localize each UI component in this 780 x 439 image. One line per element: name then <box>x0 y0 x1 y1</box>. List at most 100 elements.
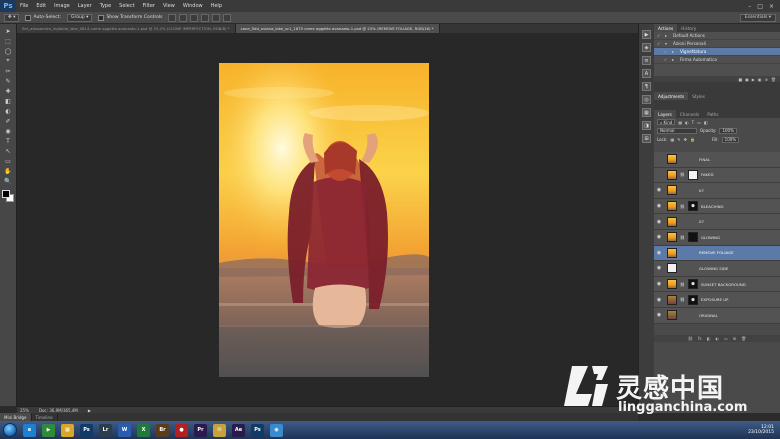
brush-preset-icon[interactable]: ◎ <box>642 95 651 104</box>
foreground-color-swatch[interactable] <box>2 190 10 198</box>
fx-icon[interactable]: fx <box>698 336 702 341</box>
layer-row[interactable]: ◉ 07 <box>654 214 780 230</box>
start-button[interactable] <box>3 423 17 437</box>
record-icon[interactable]: ● <box>745 77 749 82</box>
menu-help[interactable]: Help <box>207 3 226 9</box>
visibility-eye-icon[interactable]: ◉ <box>654 250 664 256</box>
taskbar-app-icon[interactable]: ▶ <box>42 423 55 437</box>
layer-row[interactable]: ◉ REMOVE FOLIAGE <box>654 245 780 262</box>
taskbar-app-icon[interactable]: W <box>118 423 131 437</box>
action-enabled-check[interactable]: ✓ <box>657 41 662 46</box>
layer-row[interactable]: ◉ ⛓ SUNSET BACKGROUND <box>654 276 780 293</box>
swatches-icon[interactable]: ▦ <box>642 108 651 117</box>
visibility-eye-icon[interactable]: ◉ <box>654 219 664 225</box>
tab-adjustments[interactable]: Adjustments <box>654 92 689 100</box>
taskbar-app-icon[interactable]: Pr <box>194 423 207 437</box>
new-set-icon[interactable]: ▣ <box>758 77 762 82</box>
filter-adjust-icon[interactable]: ◐ <box>685 120 689 125</box>
taskbar-app-icon[interactable]: Ae <box>232 423 245 437</box>
play-icon[interactable]: ▶ <box>752 77 755 82</box>
taskbar-app-icon[interactable]: X <box>137 423 150 437</box>
action-enabled-check[interactable]: ✓ <box>657 33 662 38</box>
show-transform-check[interactable] <box>98 14 105 21</box>
healing-brush-icon[interactable]: ✚ <box>3 87 14 95</box>
layer-mask-thumbnail[interactable] <box>687 232 698 243</box>
path-select-icon[interactable]: ↖ <box>3 147 14 155</box>
action-enabled-check[interactable]: ✓ <box>664 57 669 62</box>
type-tool-icon[interactable]: T <box>3 137 14 145</box>
zoom-tool-icon[interactable]: 🔍 <box>3 177 14 185</box>
menu-edit[interactable]: Edit <box>32 3 50 9</box>
quick-mask-icon[interactable] <box>3 204 14 212</box>
document-tab[interactable]: cane_Sdd_oviana_lake_sc1_1875 come ogget… <box>235 24 440 33</box>
taskbar-app-icon[interactable]: Ps <box>80 423 93 437</box>
layer-filter-dropdown[interactable]: ⌕ Kind <box>657 119 676 125</box>
move-tool-icon[interactable]: ➤ <box>3 27 14 35</box>
layer-name[interactable]: EXPOSURE UP <box>701 297 728 302</box>
layer-comps-icon[interactable]: ◨ <box>642 121 651 130</box>
layer-row[interactable]: ◉ 07 <box>654 183 780 199</box>
history-brush-icon[interactable]: ✐ <box>3 117 14 125</box>
layer-mask-thumbnail[interactable] <box>687 201 698 212</box>
taskbar-app-icon[interactable]: Lr <box>99 423 112 437</box>
character-icon[interactable]: A <box>642 69 651 78</box>
layer-mask-thumbnail[interactable] <box>687 279 698 290</box>
minimize-button[interactable]: – <box>748 3 751 10</box>
menu-file[interactable]: File <box>16 3 32 9</box>
trash-icon[interactable]: 🗑 <box>741 336 746 341</box>
menu-type[interactable]: Type <box>96 3 115 9</box>
layer-row[interactable]: ◉ ⛓ BLEACHING <box>654 198 780 215</box>
layer-row[interactable]: ◉ GLOWING SIDE <box>654 261 780 277</box>
action-item[interactable]: ✓ ▸ Vignettatura <box>654 48 780 56</box>
fill-field[interactable]: 100% <box>721 136 740 143</box>
layer-row[interactable]: ◉ ⛓ GLOWING <box>654 229 780 246</box>
layer-name[interactable]: REMOVE FOLIAGE <box>699 250 734 255</box>
visibility-eye-icon[interactable]: ◉ <box>654 297 664 303</box>
visibility-eye-icon[interactable]: ◉ <box>654 312 664 318</box>
auto-select-dropdown[interactable]: Group ▾ <box>67 13 93 22</box>
filter-type-icon[interactable]: T <box>692 120 694 125</box>
layer-name[interactable]: 07 <box>699 188 704 193</box>
lock-paint-icon[interactable]: ✎ <box>677 137 680 142</box>
close-button[interactable]: × <box>769 3 774 10</box>
align-left-icon[interactable] <box>201 13 210 22</box>
paragraph-icon[interactable]: ¶ <box>642 82 651 91</box>
layer-row[interactable]: ◉ ORIGINAL <box>654 307 780 324</box>
properties-icon[interactable]: ≡ <box>642 56 651 65</box>
status-arrow-icon[interactable]: ▶ <box>88 408 91 413</box>
filter-pixel-icon[interactable]: ▦ <box>678 120 682 125</box>
tab-layers[interactable]: Layers <box>654 110 676 118</box>
eraser-icon[interactable]: ◉ <box>3 127 14 135</box>
marquee-tool-icon[interactable]: ⬚ <box>3 37 14 45</box>
blend-mode-dropdown[interactable]: Normal <box>657 127 697 134</box>
maximize-button[interactable]: □ <box>757 3 763 10</box>
color-swatches[interactable] <box>2 190 14 202</box>
layer-row[interactable]: ◉ ⛓ EXPOSURE UP <box>654 292 780 308</box>
lock-pixels-icon[interactable]: ▦ <box>670 137 674 142</box>
layer-row[interactable]: FINAL <box>654 152 780 168</box>
menu-window[interactable]: Window <box>179 3 207 9</box>
visibility-eye-icon[interactable]: ◉ <box>654 234 664 240</box>
add-mask-icon[interactable]: ◧ <box>707 336 711 341</box>
trash-icon[interactable]: 🗑 <box>771 77 776 82</box>
brush-tool-icon[interactable]: ◧ <box>3 97 14 105</box>
lasso-tool-icon[interactable]: ◯ <box>3 47 14 55</box>
filter-smart-icon[interactable]: ◧ <box>704 120 708 125</box>
document-tab[interactable]: Set_alessandra_ingfolda_lake_0814 come o… <box>17 24 236 33</box>
tab-history[interactable]: History <box>677 24 700 32</box>
shape-tool-icon[interactable]: ▭ <box>3 157 14 165</box>
navigator-icon[interactable]: ◈ <box>642 43 651 52</box>
adjustment-layer-icon[interactable]: ◐ <box>715 336 719 341</box>
visibility-eye-icon[interactable]: ◉ <box>654 265 664 271</box>
canvas-area[interactable] <box>17 33 638 406</box>
hand-tool-icon[interactable]: ✋ <box>3 167 14 175</box>
clone-stamp-icon[interactable]: ◐ <box>3 107 14 115</box>
layer-mask-thumbnail[interactable] <box>687 169 698 180</box>
layer-name[interactable]: FINAL <box>699 157 710 162</box>
filter-shape-icon[interactable]: ▭ <box>697 120 701 125</box>
lock-move-icon[interactable]: ✥ <box>684 137 687 142</box>
visibility-eye-icon[interactable]: ◉ <box>654 187 664 193</box>
tab-actions[interactable]: Actions <box>654 24 678 32</box>
disclosure-triangle-icon[interactable]: ▾ <box>665 41 670 46</box>
align-right-icon[interactable] <box>223 13 232 22</box>
